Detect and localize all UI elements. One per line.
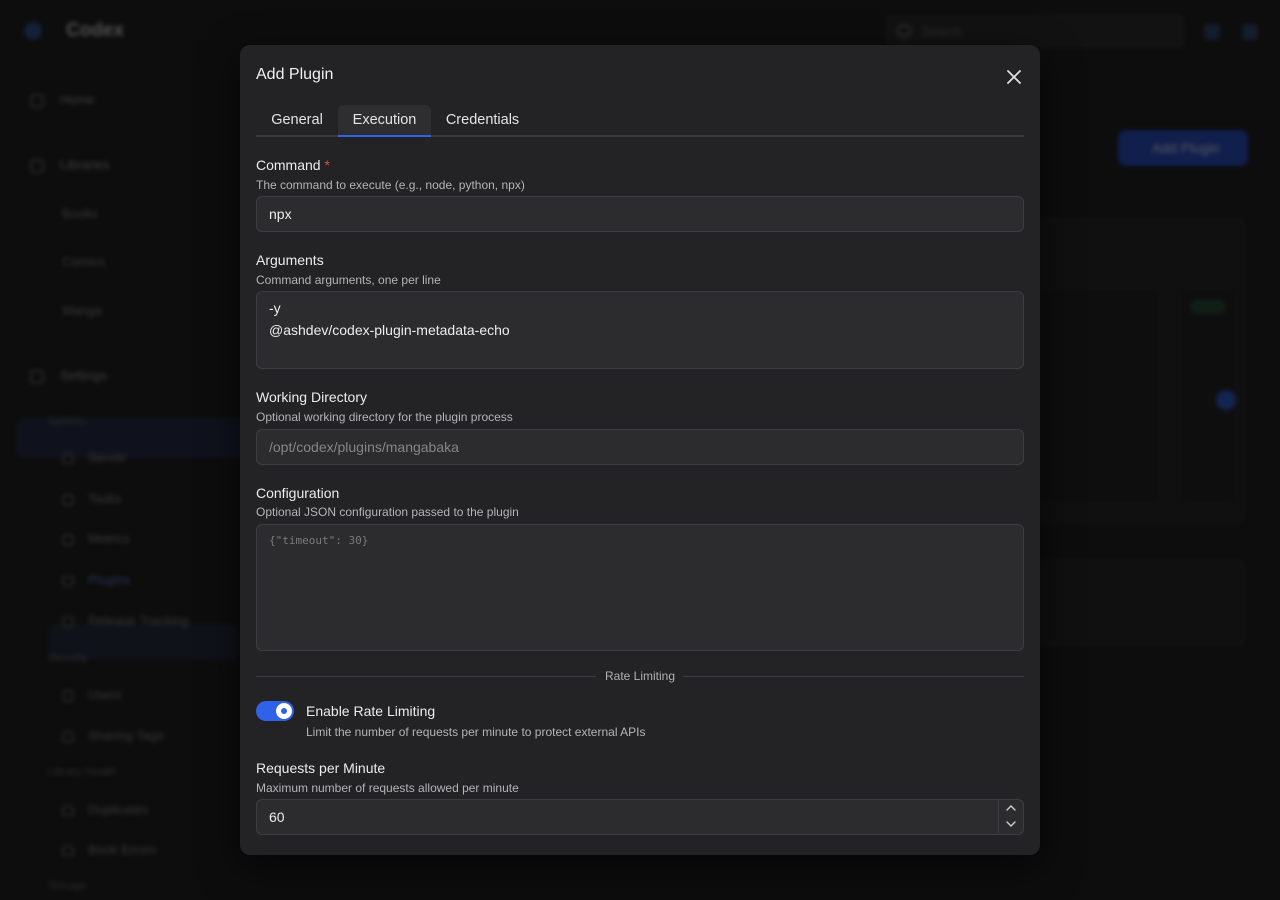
tab-credentials[interactable]: Credentials xyxy=(431,105,534,137)
arguments-label: Arguments xyxy=(256,252,324,268)
argument-line: -y xyxy=(269,300,281,316)
modal-title: Add Plugin xyxy=(256,66,334,83)
rate-limiting-divider: Rate Limiting xyxy=(605,669,676,683)
tab-general[interactable]: General xyxy=(256,105,338,137)
configuration-description: Optional JSON configuration passed to th… xyxy=(256,505,519,519)
number-stepper xyxy=(998,799,1023,833)
working-directory-description: Optional working directory for the plugi… xyxy=(256,410,513,424)
arguments-description: Command arguments, one per line xyxy=(256,273,441,287)
tab-execution[interactable]: Execution xyxy=(338,105,431,137)
decrement-button[interactable] xyxy=(999,816,1023,833)
rate-limiting-toggle-description: Limit the number of requests per minute … xyxy=(306,725,646,739)
toggle-knob xyxy=(276,703,292,719)
working-directory-input[interactable]: /opt/codex/plugins/mangabaka xyxy=(256,429,1024,465)
increment-button[interactable] xyxy=(999,799,1023,816)
tab-list: General Execution Credentials xyxy=(256,105,1024,137)
command-description: The command to execute (e.g., node, pyth… xyxy=(256,178,525,192)
command-value: npx xyxy=(269,206,292,222)
required-mark: * xyxy=(324,157,330,173)
command-input[interactable]: npx xyxy=(256,196,1024,232)
divider-line xyxy=(256,676,596,677)
close-icon xyxy=(1007,70,1021,84)
requests-per-minute-description: Maximum number of requests allowed per m… xyxy=(256,781,519,795)
configuration-textarea[interactable]: {"timeout": 30} xyxy=(256,524,1024,651)
chevron-up-icon xyxy=(1006,805,1016,811)
requests-per-minute-value: 60 xyxy=(269,809,285,825)
arguments-textarea[interactable]: -y @ashdev/codex-plugin-metadata-echo xyxy=(256,291,1024,369)
divider-line xyxy=(683,676,1024,677)
requests-per-minute-label: Requests per Minute xyxy=(256,760,386,776)
rate-limiting-toggle[interactable] xyxy=(256,701,294,721)
working-directory-placeholder: /opt/codex/plugins/mangabaka xyxy=(269,439,459,455)
requests-per-minute-input[interactable]: 60 xyxy=(256,799,1024,835)
configuration-placeholder: {"timeout": 30} xyxy=(269,534,369,547)
configuration-label: Configuration xyxy=(256,485,340,501)
rate-limiting-toggle-label: Enable Rate Limiting xyxy=(306,703,436,719)
add-plugin-modal: Add Plugin General Execution Credentials… xyxy=(240,45,1040,855)
command-label: Command * xyxy=(256,157,330,173)
chevron-down-icon xyxy=(1006,821,1016,827)
argument-line: @ashdev/codex-plugin-metadata-echo xyxy=(269,322,510,338)
close-button[interactable] xyxy=(1000,63,1028,91)
working-directory-label: Working Directory xyxy=(256,389,367,405)
